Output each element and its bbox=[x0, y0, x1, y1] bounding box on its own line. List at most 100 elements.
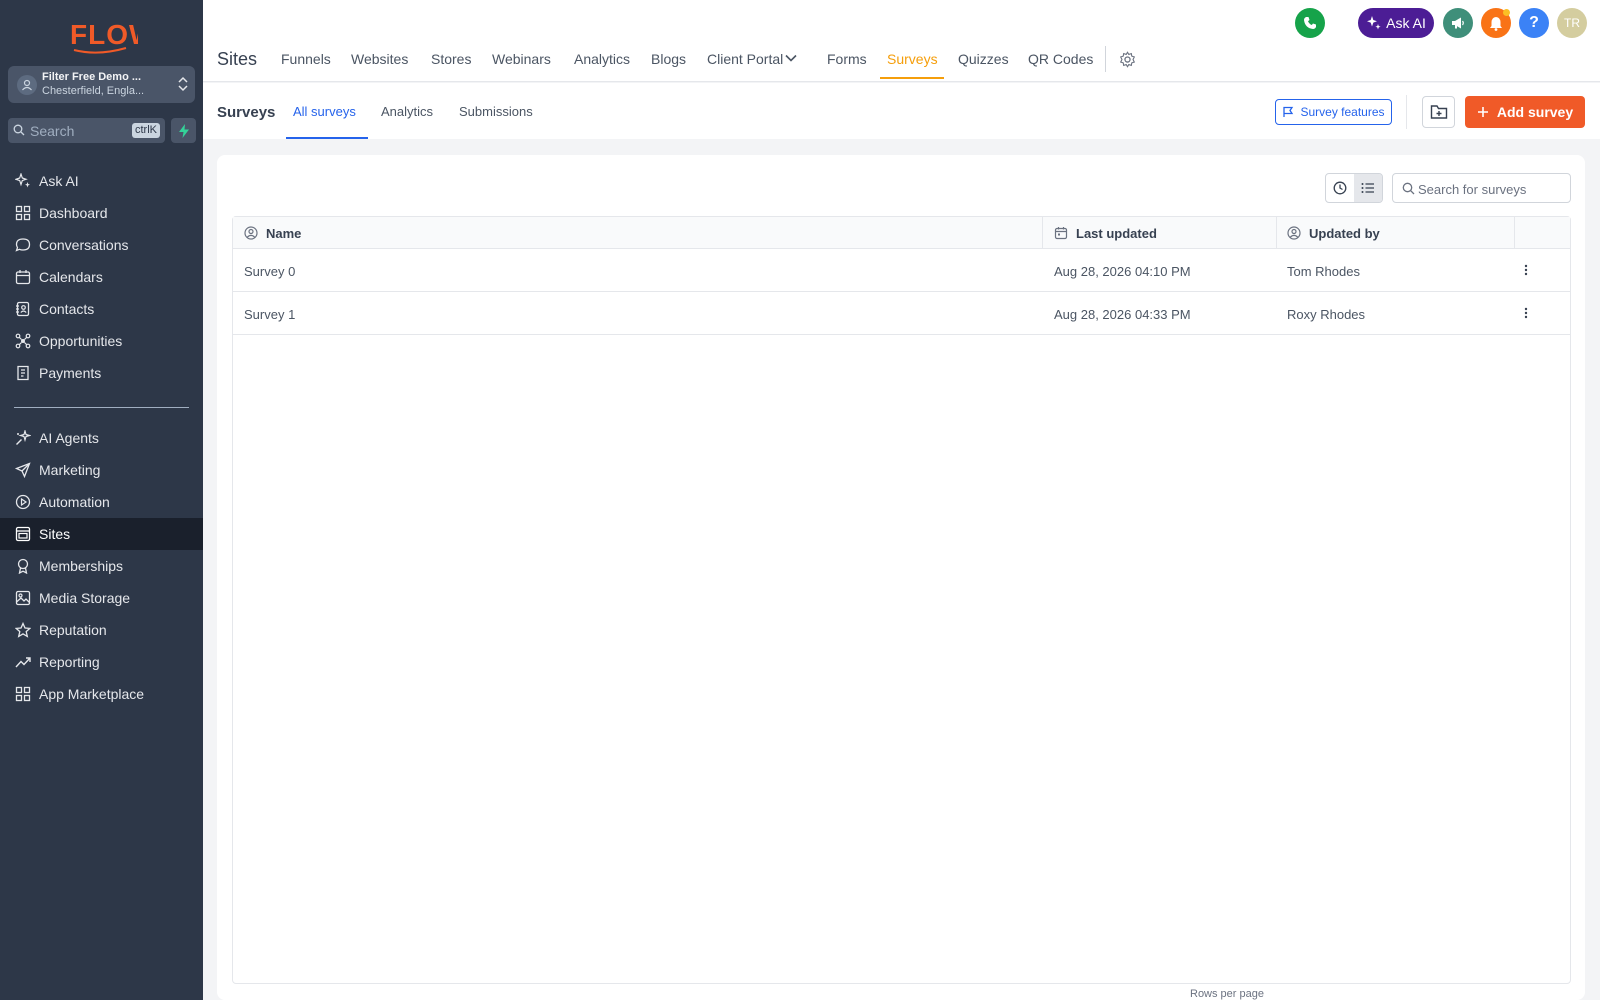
notification-dot bbox=[1503, 9, 1510, 16]
ask-ai-label: Ask AI bbox=[1386, 15, 1426, 31]
sidebar-item-payments[interactable]: Payments bbox=[0, 357, 203, 389]
add-survey-button[interactable]: Add survey bbox=[1465, 96, 1585, 128]
sidebar-item-reputation[interactable]: Reputation bbox=[0, 614, 203, 646]
column-header-updated-by[interactable]: Updated by bbox=[1287, 217, 1380, 249]
column-divider bbox=[1514, 217, 1515, 249]
sidebar-item-ai-agents[interactable]: AI Agents bbox=[0, 422, 203, 454]
column-header-last-updated[interactable]: Last updated bbox=[1054, 217, 1157, 249]
subtab-submissions[interactable]: Submissions bbox=[459, 104, 533, 119]
user-avatar[interactable]: TR bbox=[1557, 8, 1587, 38]
sidebar-item-ask-ai[interactable]: Ask AI bbox=[0, 165, 203, 197]
sidebar-item-memberships[interactable]: Memberships bbox=[0, 550, 203, 582]
survey-search-input[interactable] bbox=[1418, 179, 1566, 199]
chat-icon bbox=[15, 238, 31, 252]
sidebar-item-label: App Marketplace bbox=[39, 686, 145, 702]
sidebar-item-label: Calendars bbox=[39, 269, 103, 285]
more-vertical-icon bbox=[1524, 264, 1528, 276]
sidebar-item-label: Conversations bbox=[39, 237, 129, 253]
survey-search-field[interactable] bbox=[1392, 173, 1571, 203]
list-view-button[interactable] bbox=[1354, 174, 1382, 202]
row-actions-button[interactable] bbox=[1518, 262, 1534, 278]
subtab-analytics[interactable]: Analytics bbox=[381, 104, 433, 119]
phone-button[interactable] bbox=[1295, 8, 1325, 38]
tab-qr-codes[interactable]: QR Codes bbox=[1028, 51, 1093, 67]
announcements-button[interactable] bbox=[1443, 8, 1473, 38]
survey-updated-by: Roxy Rhodes bbox=[1287, 307, 1366, 322]
tab-client-portal[interactable]: Client Portal bbox=[707, 51, 783, 67]
sidebar-search-input[interactable]: Search ctrlK bbox=[8, 118, 165, 143]
sidebar-item-conversations[interactable]: Conversations bbox=[0, 229, 203, 261]
sidebar-item-reporting[interactable]: Reporting bbox=[0, 646, 203, 678]
survey-features-button[interactable]: Survey features bbox=[1275, 99, 1392, 125]
star-icon bbox=[15, 622, 31, 638]
clock-icon bbox=[1333, 181, 1347, 195]
folder-plus-icon bbox=[1430, 105, 1447, 119]
surveys-card: Name Last updated Updated by Survey 0 Au… bbox=[217, 155, 1585, 1000]
ask-ai-button[interactable]: Ask AI bbox=[1358, 8, 1434, 38]
tab-surveys[interactable]: Surveys bbox=[887, 51, 938, 67]
app-root: FLOW Filter Free Demo ... Chesterfield, … bbox=[0, 0, 1600, 1000]
survey-updated-by: Tom Rhodes bbox=[1287, 264, 1360, 279]
sidebar-item-automation[interactable]: Automation bbox=[0, 486, 203, 518]
more-vertical-icon bbox=[1524, 307, 1528, 319]
sidebar-item-contacts[interactable]: Contacts bbox=[0, 293, 203, 325]
rows-per-page-label: Rows per page bbox=[1190, 988, 1264, 1000]
chevron-updown-icon bbox=[178, 76, 188, 92]
quick-actions-button[interactable] bbox=[171, 118, 196, 143]
row-actions-button[interactable] bbox=[1518, 305, 1534, 321]
table-row[interactable]: Survey 1 Aug 28, 2026 04:33 PM Roxy Rhod… bbox=[233, 292, 1570, 335]
tab-quizzes[interactable]: Quizzes bbox=[958, 51, 1009, 67]
tab-funnels[interactable]: Funnels bbox=[281, 51, 331, 67]
survey-name[interactable]: Survey 1 bbox=[244, 307, 295, 322]
tab-stores[interactable]: Stores bbox=[431, 51, 471, 67]
column-label-updated-by: Updated by bbox=[1309, 225, 1380, 241]
grid-icon bbox=[15, 205, 31, 221]
calendar-icon bbox=[15, 270, 31, 285]
settings-gear-icon[interactable] bbox=[1119, 51, 1136, 68]
sidebar-item-calendars[interactable]: Calendars bbox=[0, 261, 203, 293]
tab-analytics[interactable]: Analytics bbox=[574, 51, 630, 67]
recent-view-button[interactable] bbox=[1326, 174, 1354, 202]
top-bar: Sites Funnels Websites Stores Webinars Analy… bbox=[203, 0, 1600, 82]
sidebar-item-opportunities[interactable]: Opportunities bbox=[0, 325, 203, 357]
column-divider bbox=[1042, 217, 1043, 249]
column-divider bbox=[1276, 217, 1277, 249]
sidebar-divider bbox=[14, 407, 189, 408]
table-row[interactable]: Survey 0 Aug 28, 2026 04:10 PM Tom Rhode… bbox=[233, 249, 1570, 292]
sidebar-item-label: Media Storage bbox=[39, 590, 131, 606]
award-icon bbox=[17, 558, 29, 574]
add-survey-label: Add survey bbox=[1496, 104, 1574, 120]
sidebar-item-media-storage[interactable]: Media Storage bbox=[0, 582, 203, 614]
sidebar-item-sites[interactable]: Sites bbox=[0, 518, 203, 550]
phone-icon bbox=[1304, 17, 1316, 29]
column-header-name[interactable]: Name bbox=[244, 217, 301, 249]
list-icon bbox=[1361, 183, 1374, 193]
help-button[interactable]: ? bbox=[1519, 8, 1549, 38]
sidebar-item-label: Memberships bbox=[39, 558, 124, 574]
bell-icon bbox=[1490, 16, 1502, 31]
new-folder-button[interactable] bbox=[1422, 96, 1455, 128]
automation-icon bbox=[15, 494, 31, 510]
chevron-down-icon[interactable] bbox=[785, 54, 797, 62]
sidebar-item-label: Reputation bbox=[39, 622, 107, 638]
tab-webinars[interactable]: Webinars bbox=[492, 51, 551, 67]
account-location: Chesterfield, Engla... bbox=[42, 85, 145, 97]
subtab-all-surveys[interactable]: All surveys bbox=[293, 104, 356, 119]
trending-icon bbox=[15, 657, 31, 668]
sidebar-item-marketing[interactable]: Marketing bbox=[0, 454, 203, 486]
survey-name[interactable]: Survey 0 bbox=[244, 264, 295, 279]
tab-forms[interactable]: Forms bbox=[827, 51, 867, 67]
survey-last-updated: Aug 28, 2026 04:33 PM bbox=[1054, 307, 1191, 322]
sub-nav-bar: Surveys All surveys Analytics Submissions … bbox=[203, 83, 1600, 139]
tab-blogs[interactable]: Blogs bbox=[651, 51, 686, 67]
sparkles-icon bbox=[1367, 16, 1381, 30]
sidebar-item-dashboard[interactable]: Dashboard bbox=[0, 197, 203, 229]
sidebar-item-app-marketplace[interactable]: App Marketplace bbox=[0, 678, 203, 710]
notifications-button[interactable] bbox=[1481, 8, 1511, 38]
location-avatar-icon bbox=[17, 75, 37, 95]
opportunities-icon bbox=[15, 333, 31, 349]
flow-logo[interactable]: FLOW bbox=[68, 12, 155, 54]
account-name: Filter Free Demo ... bbox=[42, 71, 142, 83]
tab-websites[interactable]: Websites bbox=[351, 51, 408, 67]
account-switcher[interactable]: Filter Free Demo ... Chesterfield, Engla… bbox=[8, 66, 195, 103]
